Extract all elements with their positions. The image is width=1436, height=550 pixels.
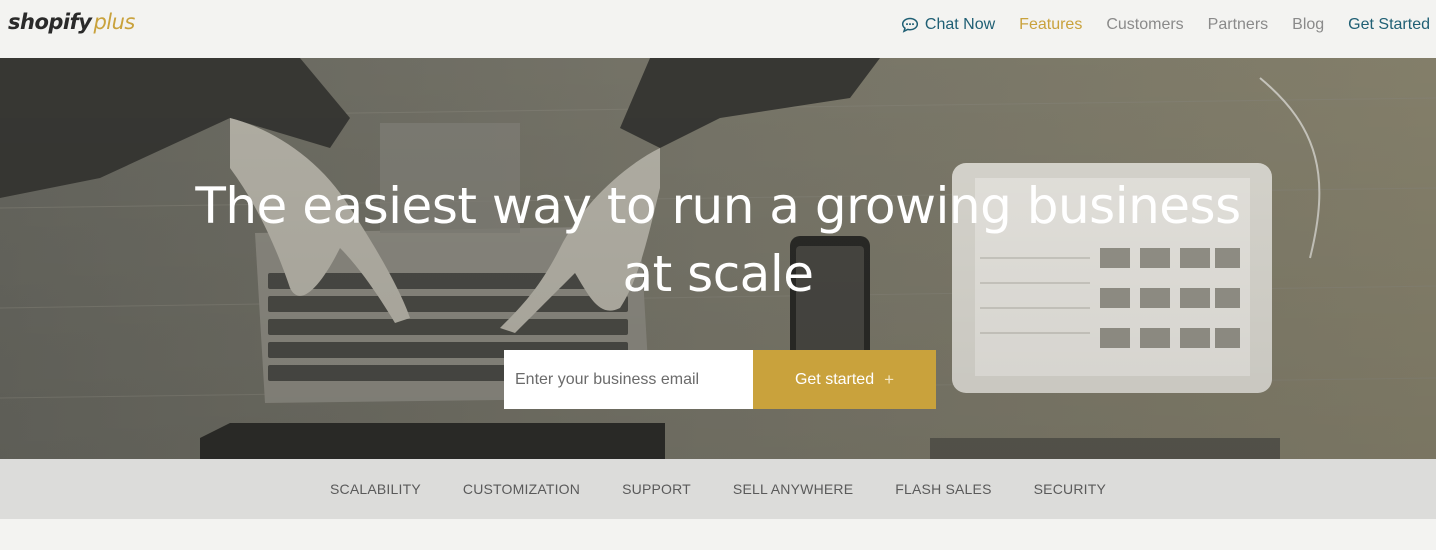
hero-headline-line-1: The easiest way to run a growing busines… [195, 177, 1241, 235]
chat-now-label: Chat Now [924, 16, 996, 33]
logo-plus-wordmark: plus [93, 10, 135, 34]
nav-link-partners[interactable]: Partners [1208, 16, 1268, 34]
feature-subnav: SCALABILITY CUSTOMIZATION SUPPORT SELL A… [0, 459, 1436, 519]
get-started-nav-link[interactable]: Get Started [1348, 16, 1430, 34]
subnav-customization[interactable]: CUSTOMIZATION [463, 481, 580, 497]
nav-link-customers[interactable]: Customers [1106, 16, 1183, 34]
nav-link-features[interactable]: Features [1019, 16, 1082, 34]
subnav-sell-anywhere[interactable]: SELL ANYWHERE [733, 481, 853, 497]
page-content-area [0, 519, 1436, 550]
plus-icon: + [884, 369, 895, 389]
main-nav: Chat Now Features Customers Partners Blo… [877, 0, 1430, 50]
chat-bubble-icon [901, 17, 918, 33]
subnav-flash-sales[interactable]: FLASH SALES [895, 481, 991, 497]
subnav-support[interactable]: SUPPORT [622, 481, 691, 497]
get-started-button-label: Get started [794, 370, 875, 388]
shopify-plus-logo[interactable]: shopify plus [8, 10, 135, 40]
subnav-security[interactable]: SECURITY [1034, 481, 1106, 497]
hero-section: The easiest way to run a growing busines… [0, 58, 1436, 459]
business-email-input[interactable] [504, 350, 753, 409]
hero-headline-line-2: at scale [622, 245, 814, 303]
nav-link-blog[interactable]: Blog [1292, 16, 1324, 34]
logo-wordmark: shopify [8, 10, 92, 34]
top-navigation-bar: shopify plus Chat Now Features Customers… [0, 0, 1436, 58]
subnav-scalability[interactable]: SCALABILITY [330, 481, 421, 497]
email-signup-form: Get started + [504, 350, 936, 409]
hero-headline: The easiest way to run a growing busines… [0, 172, 1436, 308]
chat-now-link[interactable]: Chat Now [901, 16, 995, 34]
get-started-button[interactable]: Get started + [753, 350, 936, 409]
